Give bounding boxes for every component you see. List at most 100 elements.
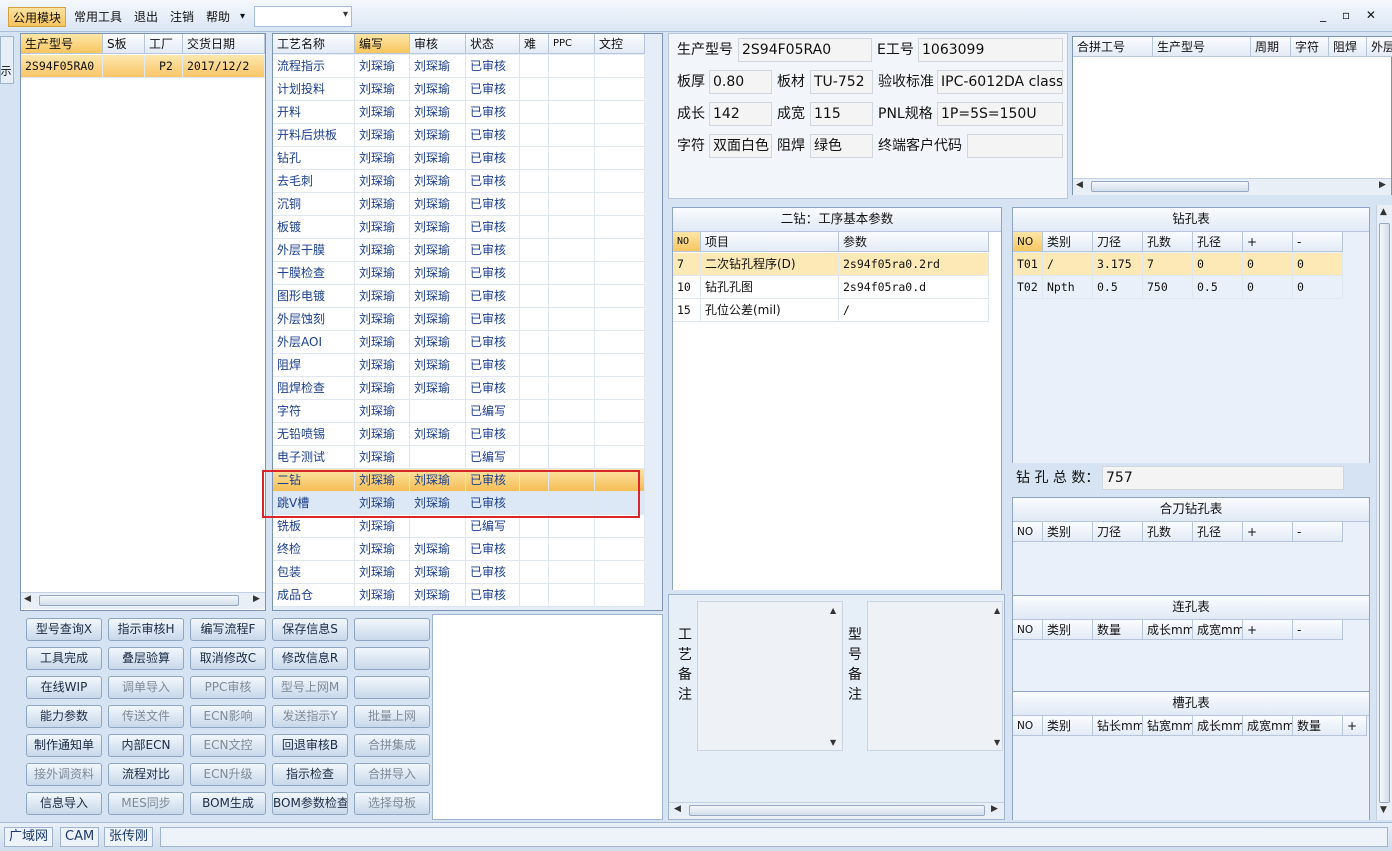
col-header-author[interactable]: 编写	[355, 34, 410, 54]
menu-logout[interactable]: 注销	[166, 7, 198, 27]
col-header[interactable]: NO	[1013, 620, 1043, 640]
action-button[interactable]: 编写流程F	[190, 618, 266, 641]
col-header-merge[interactable]: 生产型号	[1153, 37, 1251, 57]
action-button[interactable]: 型号查询X	[26, 618, 102, 641]
scroll-right-icon[interactable]: ▶	[1379, 180, 1386, 190]
menu-help[interactable]: 帮助	[202, 7, 234, 27]
scroll-down-icon[interactable]: ▼	[1380, 805, 1387, 815]
action-button[interactable]: 型号上网M	[272, 676, 348, 699]
table-row[interactable]: T02 Npth 0.5 750 0.5 0 0	[1013, 276, 1343, 299]
action-button[interactable]	[354, 618, 430, 641]
table-row[interactable]: 包装 刘琛瑜 刘琛瑜 已审核	[273, 561, 645, 584]
menu-combo[interactable]	[254, 6, 352, 27]
col-header-s-board[interactable]: S板	[103, 34, 145, 54]
field-standard[interactable]: IPC-6012DA class3	[937, 70, 1063, 94]
field-material[interactable]: TU-752	[810, 70, 873, 94]
action-button[interactable]: 工具完成	[26, 647, 102, 670]
action-button[interactable]: 发送指示Y	[272, 705, 348, 728]
action-button[interactable]: 流程对比	[108, 763, 184, 786]
action-button[interactable]: 指示检查	[272, 763, 348, 786]
field-model[interactable]: 2S94F05RA0	[738, 38, 872, 62]
menu-common-tools[interactable]: 常用工具	[70, 7, 126, 27]
scroll-down-icon[interactable]: ▼	[830, 738, 836, 747]
col-header[interactable]: 数量	[1293, 716, 1343, 736]
table-row[interactable]: 成品仓 刘琛瑜 刘琛瑜 已审核	[273, 584, 645, 607]
action-button[interactable]: 回退审核B	[272, 734, 348, 757]
col-header[interactable]: +	[1243, 620, 1293, 640]
table-row[interactable]: 板镀 刘琛瑜 刘琛瑜 已审核	[273, 216, 645, 239]
table-row[interactable]: 无铅喷锡 刘琛瑜 刘琛瑜 已审核	[273, 423, 645, 446]
scroll-right-icon[interactable]: ▶	[253, 594, 260, 604]
action-button[interactable]: 取消修改C	[190, 647, 266, 670]
menu-public-module[interactable]: 公用模块	[8, 7, 67, 27]
action-button[interactable]: 能力参数	[26, 705, 102, 728]
field-customer-code[interactable]	[967, 134, 1063, 158]
col-header-ppc[interactable]: PPC	[549, 34, 595, 54]
table-row[interactable]: 干膜检查 刘琛瑜 刘琛瑜 已审核	[273, 262, 645, 285]
col-header-merge[interactable]: 周期	[1251, 37, 1291, 57]
table-row[interactable]: 7 二次钻孔程序(D) 2s94f05ra0.2rd	[673, 253, 989, 276]
scroll-left-icon[interactable]: ◀	[24, 594, 31, 604]
col-header[interactable]: 数量	[1093, 620, 1143, 640]
scroll-left-icon[interactable]: ◀	[674, 804, 681, 814]
action-button[interactable]: 传送文件	[108, 705, 184, 728]
col-header[interactable]: 类别	[1043, 620, 1093, 640]
scrollbar-thumb[interactable]	[1379, 223, 1390, 803]
col-header[interactable]: -	[1293, 232, 1343, 252]
col-header[interactable]: NO	[1013, 716, 1043, 736]
table-row[interactable]: 阻焊检查 刘琛瑜 刘琛瑜 已审核	[273, 377, 645, 400]
field-width[interactable]: 115	[810, 102, 873, 126]
col-header-factory[interactable]: 工厂	[145, 34, 183, 54]
table-row[interactable]: 去毛刺 刘琛瑜 刘琛瑜 已审核	[273, 170, 645, 193]
action-button[interactable]: 选择母板	[354, 792, 430, 815]
col-header-reviewer[interactable]: 审核	[410, 34, 466, 54]
table-row[interactable]: 2S94F05RA0 P2 2017/12/2	[21, 55, 265, 78]
table-row[interactable]: 开料 刘琛瑜 刘琛瑜 已审核	[273, 101, 645, 124]
action-button[interactable]: 制作通知单	[26, 734, 102, 757]
field-character[interactable]: 双面白色	[709, 134, 772, 158]
scrollbar-thumb[interactable]	[39, 595, 239, 606]
col-header-merge[interactable]: 外层	[1367, 37, 1392, 57]
col-header[interactable]: 成宽mm	[1243, 716, 1293, 736]
table-row[interactable]: 钻孔 刘琛瑜 刘琛瑜 已审核	[273, 147, 645, 170]
col-header-no[interactable]: NO	[673, 232, 701, 252]
horizontal-scrollbar[interactable]: ◀ ▶	[669, 802, 1004, 819]
col-header-model[interactable]: 生产型号	[21, 34, 103, 54]
scroll-left-icon[interactable]: ◀	[1076, 180, 1083, 190]
col-header[interactable]: 孔数	[1143, 232, 1193, 252]
scroll-up-icon[interactable]: ▲	[830, 606, 836, 615]
col-header[interactable]: NO	[1013, 522, 1043, 542]
col-header[interactable]: +	[1243, 232, 1293, 252]
table-row[interactable]: 流程指示 刘琛瑜 刘琛瑜 已审核	[273, 55, 645, 78]
col-header[interactable]: +	[1343, 716, 1367, 736]
table-row[interactable]: 10 钻孔孔图 2s94f05ra0.d	[673, 276, 989, 299]
scroll-right-icon[interactable]: ▶	[991, 804, 998, 814]
col-header[interactable]: 类别	[1043, 522, 1093, 542]
action-button[interactable]: MES同步	[108, 792, 184, 815]
table-row[interactable]: 沉铜 刘琛瑜 刘琛瑜 已审核	[273, 193, 645, 216]
table-row[interactable]: 图形电镀 刘琛瑜 刘琛瑜 已审核	[273, 285, 645, 308]
process-remark-textarea[interactable]: ▲ ▼	[697, 601, 843, 751]
action-button[interactable]: 合拼集成	[354, 734, 430, 757]
left-side-tab[interactable]: 示	[0, 36, 14, 84]
field-thickness[interactable]: 0.80	[709, 70, 772, 94]
action-button[interactable]: ECN升级	[190, 763, 266, 786]
col-header-merge[interactable]: 阻焊	[1329, 37, 1367, 57]
horizontal-scrollbar[interactable]: ◀ ▶	[1073, 178, 1391, 195]
col-header[interactable]: 类别	[1043, 716, 1093, 736]
col-header[interactable]: 孔径	[1193, 522, 1243, 542]
scrollbar-thumb[interactable]	[1091, 181, 1249, 192]
table-row[interactable]: 外层干膜 刘琛瑜 刘琛瑜 已审核	[273, 239, 645, 262]
scroll-down-icon[interactable]: ▼	[994, 738, 1000, 747]
field-pnl[interactable]: 1P=5S=150U	[937, 102, 1063, 126]
action-button[interactable]: 修改信息R	[272, 647, 348, 670]
table-row[interactable]: 15 孔位公差(mil) /	[673, 299, 989, 322]
col-header-status[interactable]: 状态	[466, 34, 520, 54]
col-header[interactable]: 刀径	[1093, 232, 1143, 252]
window-controls[interactable]: _ ▫ ✕	[1320, 8, 1382, 22]
table-row[interactable]: 铣板 刘琛瑜 已编写	[273, 515, 645, 538]
col-header-merge[interactable]: 字符	[1291, 37, 1329, 57]
action-button[interactable]: ECN文控	[190, 734, 266, 757]
action-button[interactable]: 在线WIP	[26, 676, 102, 699]
action-button[interactable]: PPC审核	[190, 676, 266, 699]
